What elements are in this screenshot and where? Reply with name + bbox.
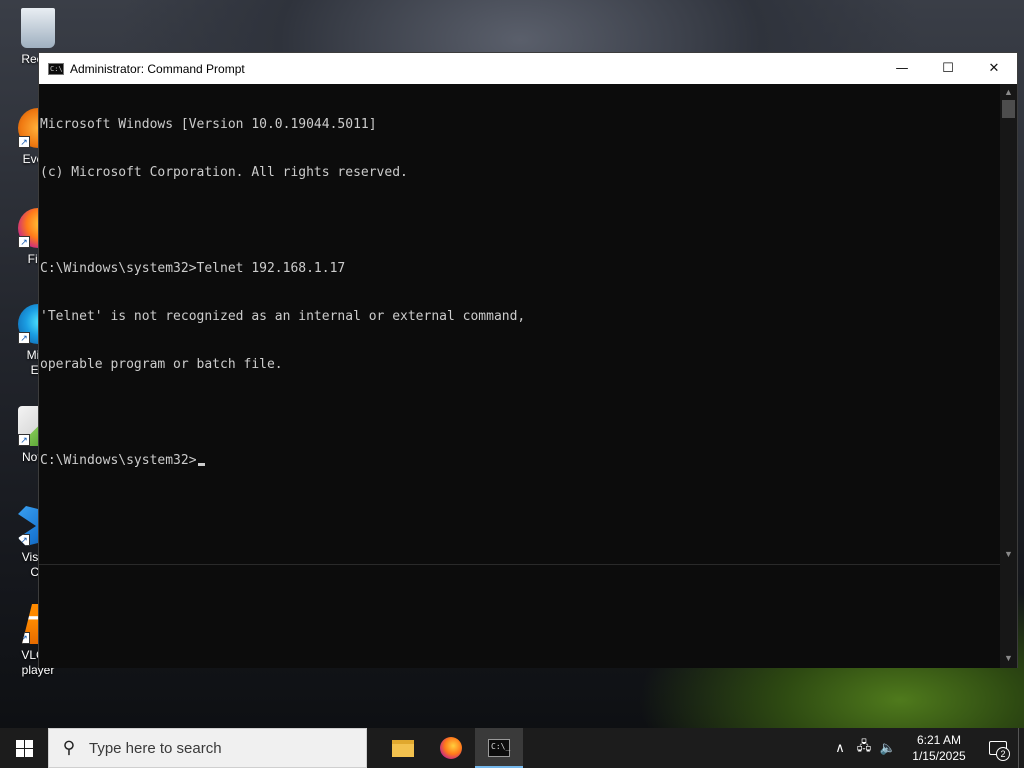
vertical-scrollbar[interactable]: ▲ ▼ ▼ xyxy=(1000,84,1017,668)
console-line: operable program or batch file. xyxy=(40,357,283,372)
taskbar-firefox[interactable] xyxy=(427,728,475,768)
action-center-button[interactable]: 2 xyxy=(978,728,1018,768)
search-icon: ⚲ xyxy=(62,738,76,757)
minimize-button[interactable]: — xyxy=(879,53,925,84)
console-prompt-line[interactable]: C:\Windows\system32> xyxy=(40,453,1001,469)
console-line: (c) Microsoft Corporation. All rights re… xyxy=(40,165,408,180)
shortcut-arrow-icon: ↗ xyxy=(18,332,30,344)
console-line: 'Telnet' is not recognized as an interna… xyxy=(40,309,526,324)
recycle-bin-icon xyxy=(21,8,55,48)
taskbar-file-explorer[interactable] xyxy=(379,728,427,768)
scrollbar-thumb[interactable] xyxy=(1002,100,1015,118)
console-line: C:\Windows\system32>Telnet 192.168.1.17 xyxy=(40,261,346,276)
volume-muted-icon[interactable]: 🔈 xyxy=(876,741,900,756)
clock[interactable]: 6:21 AM 1/15/2025 xyxy=(900,732,978,764)
system-tray: ∧ 🖧 🔈 6:21 AM 1/15/2025 2 xyxy=(828,728,1024,768)
notification-count-badge: 2 xyxy=(996,747,1010,761)
taskbar: ⚲ C:\_ ∧ 🖧 🔈 6:21 AM 1/15/2025 2 xyxy=(0,728,1024,768)
console-lower-pane[interactable] xyxy=(39,565,1001,668)
shortcut-arrow-icon: ↗ xyxy=(18,434,30,446)
search-input[interactable] xyxy=(89,739,349,757)
console-prompt: C:\Windows\system32> xyxy=(40,453,197,468)
windows-logo-icon xyxy=(15,739,33,757)
taskbar-command-prompt[interactable]: C:\_ xyxy=(475,728,523,768)
text-cursor xyxy=(197,463,205,466)
caption-buttons: — ☐ ✕ xyxy=(879,53,1017,84)
shortcut-arrow-icon: ↗ xyxy=(18,534,30,546)
window-title: Administrator: Command Prompt xyxy=(70,61,245,76)
close-button[interactable]: ✕ xyxy=(971,53,1017,84)
cmd-app-icon[interactable]: C:\ xyxy=(48,62,64,75)
shortcut-arrow-icon: ↗ xyxy=(22,632,30,644)
console-output[interactable]: Microsoft Windows [Version 10.0.19044.50… xyxy=(39,84,1001,564)
scroll-down-icon[interactable]: ▼ xyxy=(1000,546,1017,562)
cmd-icon: C:\_ xyxy=(488,739,510,757)
network-icon[interactable]: 🖧 xyxy=(852,737,876,759)
show-hidden-icons-chevron-icon[interactable]: ∧ xyxy=(828,741,852,756)
shortcut-arrow-icon: ↗ xyxy=(18,136,30,148)
console-line: Microsoft Windows [Version 10.0.19044.50… xyxy=(40,117,377,132)
shortcut-arrow-icon: ↗ xyxy=(18,236,30,248)
clock-time: 6:21 AM xyxy=(916,733,962,747)
maximize-button[interactable]: ☐ xyxy=(925,53,971,84)
start-button[interactable] xyxy=(0,728,48,768)
window-titlebar[interactable]: C:\ Administrator: Command Prompt — ☐ ✕ xyxy=(39,53,1017,84)
show-desktop-button[interactable] xyxy=(1018,728,1024,768)
scroll-up-icon[interactable]: ▲ xyxy=(1000,84,1017,100)
taskbar-search[interactable]: ⚲ xyxy=(48,728,367,768)
command-prompt-window[interactable]: C:\ Administrator: Command Prompt — ☐ ✕ … xyxy=(38,52,1018,668)
folder-icon xyxy=(392,739,414,757)
scroll-down-icon[interactable]: ▼ xyxy=(1000,650,1017,666)
clock-date: 1/15/2025 xyxy=(912,749,966,763)
firefox-icon xyxy=(440,737,462,759)
